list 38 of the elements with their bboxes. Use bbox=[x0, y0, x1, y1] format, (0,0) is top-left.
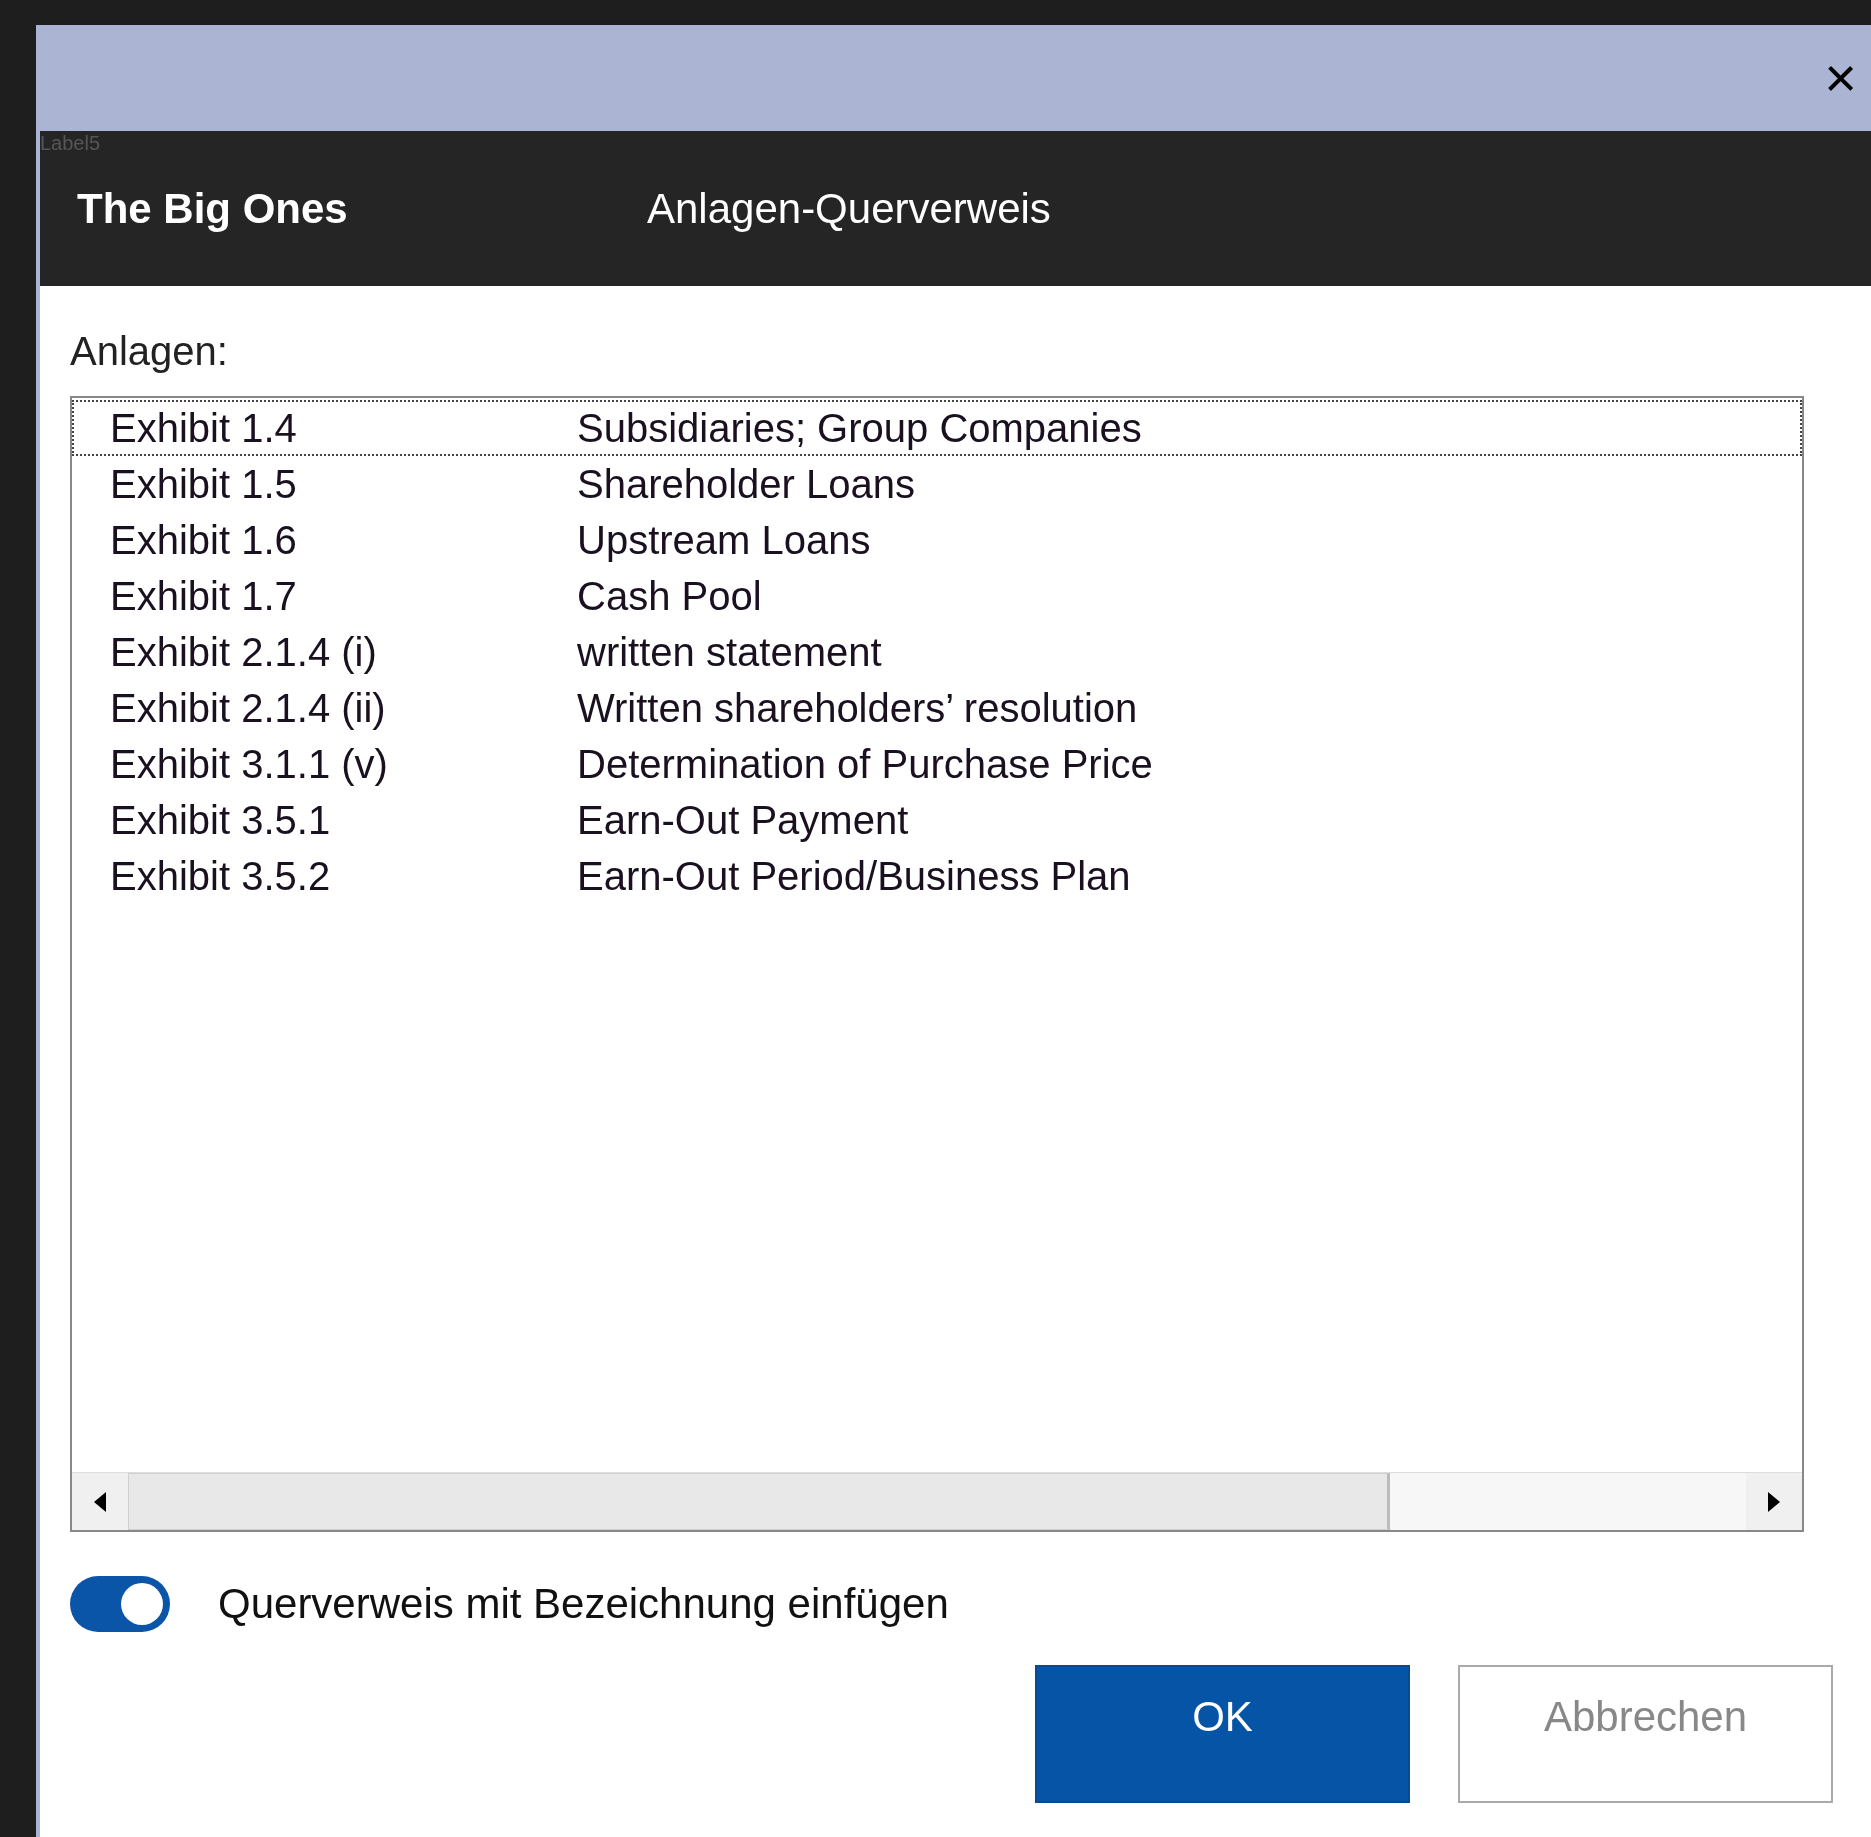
exhibit-number: Exhibit 1.5 bbox=[110, 461, 298, 508]
left-arrow-icon bbox=[94, 1491, 106, 1512]
exhibit-number: Exhibit 1.7 bbox=[110, 573, 298, 620]
list-row[interactable]: Exhibit 3.5.2 Earn-Out Period/Business Plan bbox=[72, 848, 1802, 904]
exhibit-description: Upstream Loans bbox=[577, 517, 871, 564]
list-row[interactable]: Exhibit 1.5 Shareholder Loans bbox=[72, 456, 1802, 512]
exhibit-description: written statement bbox=[577, 629, 882, 676]
exhibit-description: Written shareholders’ resolution bbox=[577, 685, 1138, 732]
list-row[interactable]: Exhibit 3.1.1 (v) Determination of Purchase Price bbox=[72, 736, 1802, 792]
list-row[interactable]: Exhibit 3.5.1 Earn-Out Payment bbox=[72, 792, 1802, 848]
list-row[interactable]: Exhibit 2.1.4 (i) written statement bbox=[72, 624, 1802, 680]
exhibit-description: Subsidiaries; Group Companies bbox=[577, 405, 1142, 452]
list-row[interactable]: Exhibit 2.1.4 (ii) Written shareholders’ resolution bbox=[72, 680, 1802, 736]
ok-button[interactable]: OK bbox=[1035, 1665, 1410, 1803]
list-row[interactable]: Exhibit 1.7 Cash Pool bbox=[72, 568, 1802, 624]
exhibit-number: Exhibit 3.5.1 bbox=[110, 797, 332, 844]
exhibit-description: Shareholder Loans bbox=[577, 461, 916, 508]
exhibit-number: Exhibit 3.5.2 bbox=[110, 853, 332, 900]
exhibit-description: Earn-Out Period/Business Plan bbox=[577, 853, 1131, 900]
brand-title: The Big Ones bbox=[77, 184, 349, 234]
toggle-label: Querverweis mit Bezeichnung einfügen bbox=[218, 1579, 949, 1629]
close-button[interactable]: × bbox=[1824, 50, 1857, 106]
dialog-title: Anlagen-Querverweis bbox=[647, 184, 1051, 234]
exhibit-number: Exhibit 1.4 bbox=[110, 405, 298, 452]
right-arrow-icon bbox=[1768, 1491, 1780, 1512]
exhibit-description: Earn-Out Payment bbox=[577, 797, 909, 844]
exhibit-number: Exhibit 2.1.4 (i) bbox=[110, 629, 378, 676]
list-row[interactable]: Exhibit 1.6 Upstream Loans bbox=[72, 512, 1802, 568]
exhibit-list[interactable] bbox=[70, 396, 1804, 1532]
exhibit-number: Exhibit 1.6 bbox=[110, 517, 298, 564]
exhibit-description: Determination of Purchase Price bbox=[577, 741, 1153, 788]
exhibit-number: Exhibit 2.1.4 (ii) bbox=[110, 685, 387, 732]
exhibit-description: Cash Pool bbox=[577, 573, 762, 620]
cancel-button[interactable]: Abbrechen bbox=[1458, 1665, 1833, 1803]
scrollbar-thumb[interactable] bbox=[128, 1473, 1390, 1530]
list-label: Anlagen: bbox=[70, 328, 229, 375]
exhibit-number: Exhibit 3.1.1 (v) bbox=[110, 741, 389, 788]
list-row[interactable]: Exhibit 1.4 Subsidiaries; Group Companies bbox=[72, 400, 1802, 456]
